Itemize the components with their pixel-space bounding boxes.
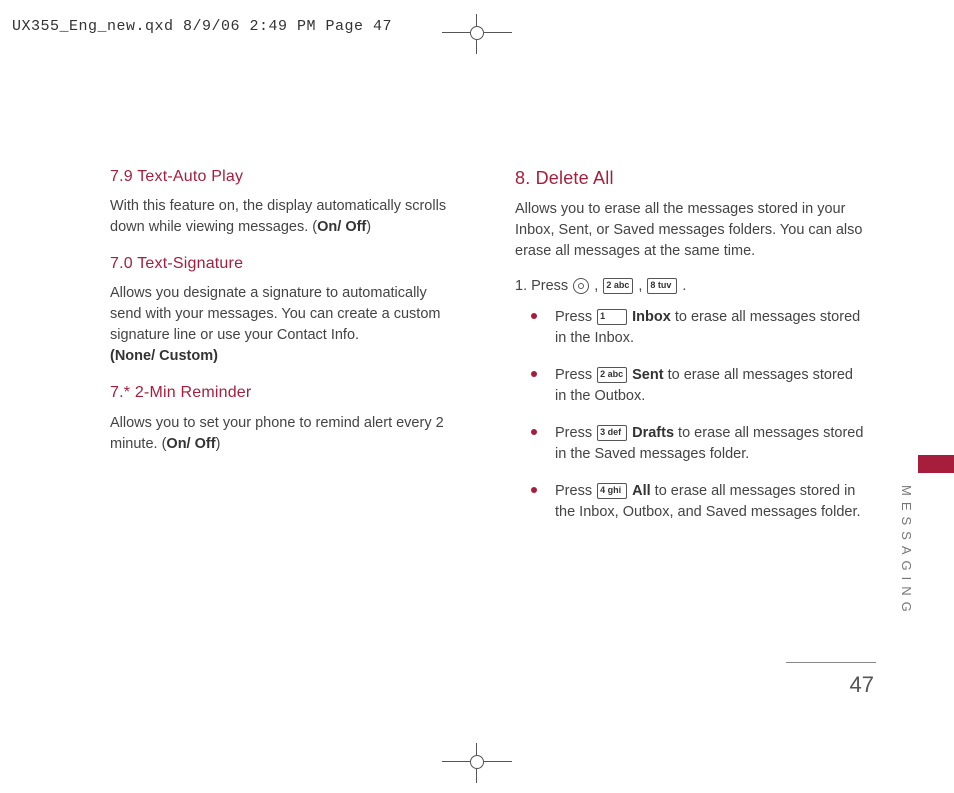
text-bold: Drafts: [632, 425, 674, 441]
list-item: Press 2 abc Sent to erase all messages s…: [545, 365, 865, 407]
heading-2min-reminder: 7.* 2-Min Reminder: [110, 381, 460, 404]
crop-mark-top: [442, 14, 512, 54]
text: Allows you designate a signature to auto…: [110, 285, 440, 343]
text-bold: Sent: [632, 367, 663, 383]
text-bold: (None/ Custom): [110, 348, 218, 364]
text-bold: On/ Off: [317, 219, 366, 235]
print-header: UX355_Eng_new.qxd 8/9/06 2:49 PM Page 47: [12, 18, 392, 35]
right-column: 8. Delete All Allows you to erase all th…: [515, 165, 865, 539]
step-1: 1. Press , 2 abc , 8 tuv .: [515, 276, 865, 297]
tab-marker: [918, 455, 954, 473]
heading-text-auto-play: 7.9 Text-Auto Play: [110, 165, 460, 188]
text-bold: Inbox: [632, 309, 671, 325]
list-item: Press 4 ghi All to erase all messages st…: [545, 481, 865, 523]
para-reminder: Allows you to set your phone to remind a…: [110, 413, 460, 455]
text: ): [216, 436, 221, 452]
text: Press: [555, 483, 596, 499]
list-item: Press 3 def Drafts to erase all messages…: [545, 423, 865, 465]
section-label: MESSAGING: [899, 485, 914, 618]
para-auto-play: With this feature on, the display automa…: [110, 196, 460, 238]
key-3def-icon: 3 def: [597, 425, 627, 441]
text: ): [366, 219, 371, 235]
ok-key-icon: [573, 278, 589, 294]
crop-mark-bottom: [442, 743, 512, 783]
text: Allows you to set your phone to remind a…: [110, 415, 444, 452]
heading-delete-all: 8. Delete All: [515, 165, 865, 191]
text: Press: [555, 309, 596, 325]
footer-rule: [786, 662, 876, 663]
key-2abc-icon: 2 abc: [597, 367, 627, 383]
text: Press: [555, 425, 596, 441]
heading-text-signature: 7.0 Text-Signature: [110, 252, 460, 275]
page-content: 7.9 Text-Auto Play With this feature on,…: [110, 165, 884, 539]
para-delete-intro: Allows you to erase all the messages sto…: [515, 199, 865, 262]
text: With this feature on, the display automa…: [110, 198, 446, 235]
key-1-icon: 1: [597, 309, 627, 325]
list-item: Press 1 Inbox to erase all messages stor…: [545, 307, 865, 349]
left-column: 7.9 Text-Auto Play With this feature on,…: [110, 165, 460, 539]
text: 1. Press: [515, 278, 572, 294]
page-number: 47: [850, 672, 874, 698]
key-2abc-icon: 2 abc: [603, 278, 633, 294]
bullet-list: Press 1 Inbox to erase all messages stor…: [515, 307, 865, 523]
text-bold: All: [632, 483, 651, 499]
key-4ghi-icon: 4 ghi: [597, 483, 627, 499]
text-bold: On/ Off: [166, 436, 215, 452]
key-8tuv-icon: 8 tuv: [647, 278, 677, 294]
text: Press: [555, 367, 596, 383]
para-signature: Allows you designate a signature to auto…: [110, 283, 460, 367]
